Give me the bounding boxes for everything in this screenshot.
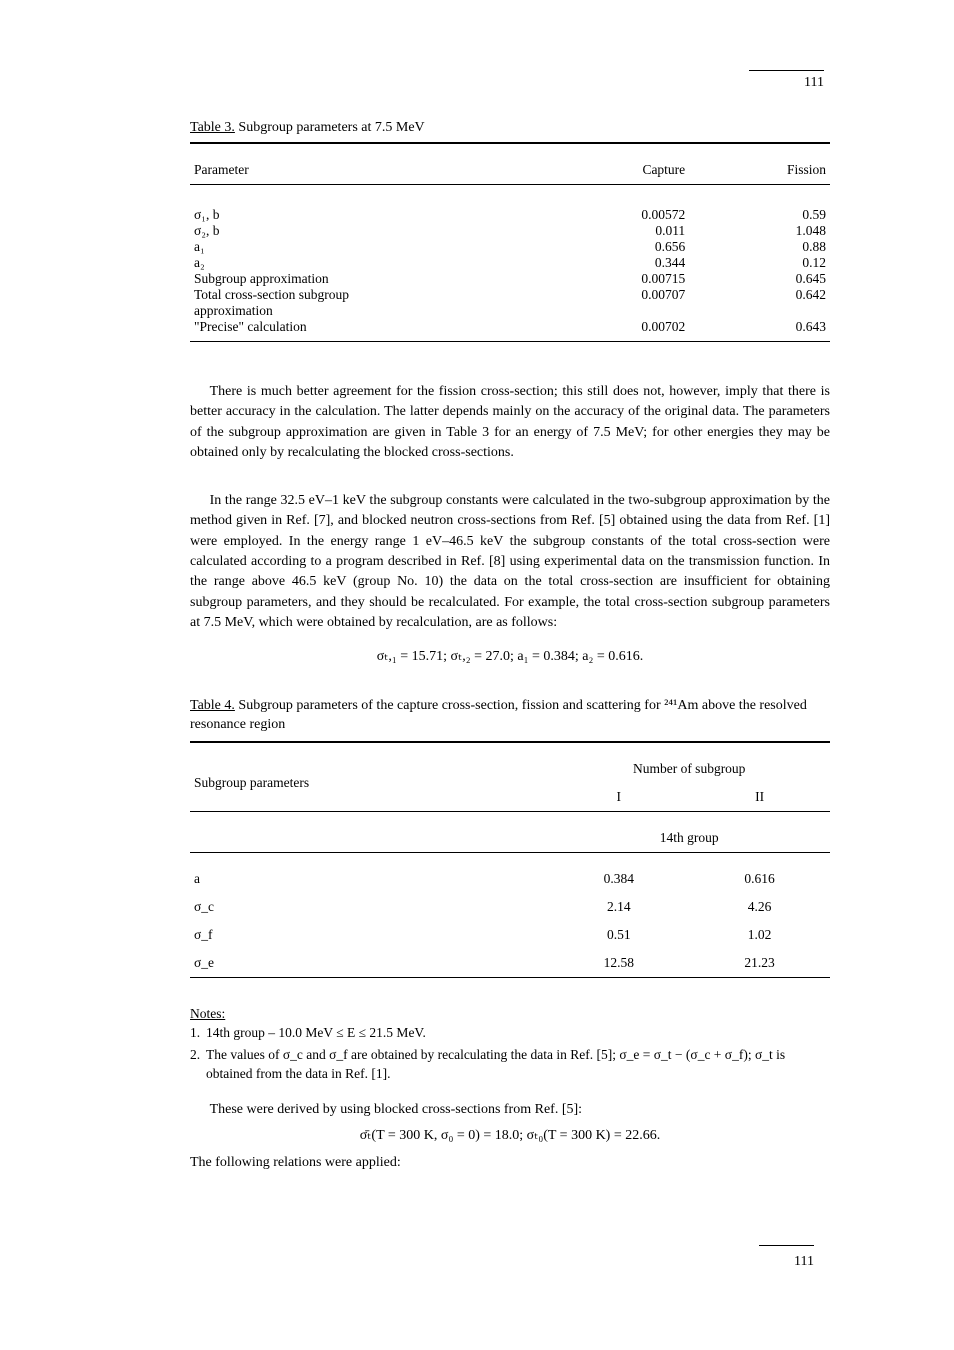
- table4-sc-2: 4.26: [689, 893, 830, 921]
- table4-subgroup-2: II: [689, 783, 830, 812]
- table4-param-sf: σ_f: [190, 921, 548, 949]
- table4-header-row-1: Subgroup parameters Number of subgroup: [190, 755, 830, 783]
- closing-paragraphs: These were derived by using blocked cros…: [190, 1100, 830, 1173]
- note-2: 2. The values of σ_c and σ_f are obtaine…: [190, 1045, 830, 1084]
- table4-se-1: 12.58: [548, 949, 689, 978]
- note-2-text: The values of σ_c and σ_f are obtained b…: [206, 1045, 830, 1084]
- table-row: σ_e 12.58 21.23: [190, 949, 830, 978]
- table3-title: Table 3. Subgroup parameters at 7.5 MeV: [190, 120, 830, 136]
- paragraph-1: There is much better agreement for the f…: [190, 382, 830, 463]
- note-2-label: 2.: [190, 1045, 206, 1084]
- table3-title-prefix: Table 3.: [190, 120, 235, 135]
- table3-title-rest: Subgroup parameters at 7.5 MeV: [235, 120, 425, 135]
- table4-se-2: 21.23: [689, 949, 830, 978]
- closing-line-1: These were derived by using blocked cros…: [190, 1100, 830, 1120]
- table4-col-subgroup: Number of subgroup: [548, 755, 830, 783]
- inline-params: σₜ,₁ = 15.71; σₜ,₂ = 27.0; a₁ = 0.384; a…: [190, 647, 830, 667]
- table4-notes: Notes: 1. 14th group – 10.0 MeV ≤ E ≤ 21…: [190, 1004, 830, 1084]
- table3-capture-cell: 0.00572 0.011 0.656 0.344 0.00715 0.0070…: [548, 197, 689, 342]
- table4-subgroup-1: I: [548, 783, 689, 812]
- table4-group-row: 14th group: [190, 824, 830, 853]
- note-1-label: 1.: [190, 1023, 206, 1043]
- closing-line-3: The following relations were applied:: [190, 1153, 830, 1173]
- table4-sf-2: 1.02: [689, 921, 830, 949]
- table4-col-parameters: Subgroup parameters: [190, 755, 548, 812]
- table3-col-capture: Capture: [548, 156, 689, 185]
- table4-group-label: 14th group: [548, 824, 830, 853]
- table3-parameter-cell: σ₁, b σ₂, b a₁ a₂ Subgroup approximation…: [190, 197, 548, 342]
- page-number-bottom: 111: [794, 1254, 814, 1270]
- note-1-text: 14th group – 10.0 MeV ≤ E ≤ 21.5 MeV.: [206, 1023, 426, 1043]
- table4-sf-1: 0.51: [548, 921, 689, 949]
- table3-fission-cell: 0.59 1.048 0.88 0.12 0.645 0.642 0.643: [689, 197, 830, 342]
- note-1: 1. 14th group – 10.0 MeV ≤ E ≤ 21.5 MeV.: [190, 1023, 830, 1043]
- page-number-top: 111: [749, 70, 824, 91]
- table-row: σ_c 2.14 4.26: [190, 893, 830, 921]
- table3: Parameter Capture Fission σ₁, b σ₂, b a₁…: [190, 142, 830, 354]
- table-row: a 0.384 0.616: [190, 865, 830, 893]
- paragraph-2: In the range 32.5 eV–1 keV the subgroup …: [190, 491, 830, 633]
- table3-header-row: Parameter Capture Fission: [190, 156, 830, 185]
- table4-title-rest: Subgroup parameters of the capture cross…: [190, 698, 807, 733]
- table4-title: Table 4. Subgroup parameters of the capt…: [190, 696, 830, 735]
- table4-a-1: 0.384: [548, 865, 689, 893]
- table4-param-se: σ_e: [190, 949, 548, 978]
- table-row: σ₁, b σ₂, b a₁ a₂ Subgroup approximation…: [190, 197, 830, 342]
- table4-param-a: a: [190, 865, 548, 893]
- table4-title-prefix: Table 4.: [190, 698, 235, 713]
- table-row: σ_f 0.51 1.02: [190, 921, 830, 949]
- table3-col-fission: Fission: [689, 156, 830, 185]
- table3-col-parameter: Parameter: [190, 156, 548, 185]
- table4-sc-1: 2.14: [548, 893, 689, 921]
- footer-rule: [759, 1245, 814, 1246]
- notes-label: Notes:: [190, 1006, 225, 1021]
- table4: Subgroup parameters Number of subgroup I…: [190, 741, 830, 990]
- closing-line-2: σ̄ₜ(T = 300 K, σ₀ = 0) = 18.0; σₜ₀(T = 3…: [190, 1126, 830, 1146]
- table4-param-sc: σ_c: [190, 893, 548, 921]
- table4-a-2: 0.616: [689, 865, 830, 893]
